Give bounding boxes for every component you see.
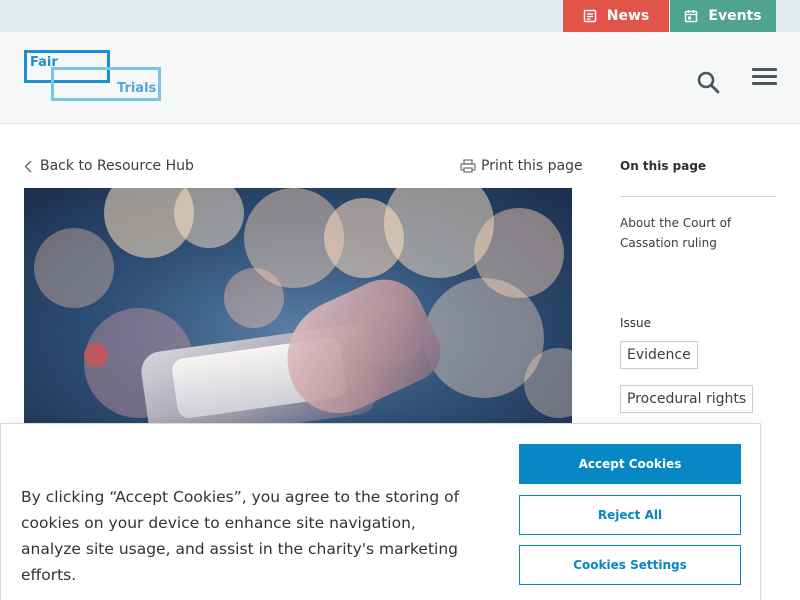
printer-icon [460, 159, 476, 173]
news-icon [583, 9, 596, 23]
reject-all-button[interactable]: Reject All [519, 495, 741, 535]
logo-word-fair: Fair [30, 55, 58, 70]
hero-image [24, 188, 572, 428]
accept-cookies-button[interactable]: Accept Cookies [519, 444, 741, 484]
fair-trials-logo[interactable]: Fair Trials [24, 50, 162, 102]
news-label: News [606, 8, 650, 24]
news-button[interactable]: News [563, 0, 669, 32]
events-label: Events [708, 8, 762, 24]
calendar-icon [685, 10, 698, 23]
events-button[interactable]: Events [670, 0, 776, 32]
issue-label: Issue [620, 316, 652, 330]
tag-evidence[interactable]: Evidence [620, 341, 698, 369]
cookie-consent-text: By clicking “Accept Cookies”, you agree … [21, 488, 460, 584]
hamburger-menu-icon[interactable] [752, 68, 777, 88]
chevron-left-icon [24, 159, 32, 173]
search-button[interactable] [696, 70, 720, 94]
top-utility-bar: News Events [0, 0, 800, 32]
sidebar-divider [620, 196, 776, 197]
back-to-resource-hub-link[interactable]: Back to Resource Hub [24, 158, 194, 174]
logo-word-trials: Trials [117, 81, 157, 96]
cookie-consent-banner: By clicking “Accept Cookies”, you agree … [0, 423, 761, 600]
tag-procedural-rights[interactable]: Procedural rights [620, 385, 754, 413]
on-this-page-heading: On this page [620, 159, 707, 173]
site-header: Fair Trials [0, 32, 800, 124]
print-link-label: Print this page [481, 158, 583, 174]
print-page-link[interactable]: Print this page [460, 158, 583, 174]
cookies-settings-button[interactable]: Cookies Settings [519, 545, 741, 585]
back-link-label: Back to Resource Hub [40, 158, 194, 174]
on-this-page-link[interactable]: About the Court of Cassation ruling [620, 213, 770, 253]
search-icon [697, 71, 720, 94]
